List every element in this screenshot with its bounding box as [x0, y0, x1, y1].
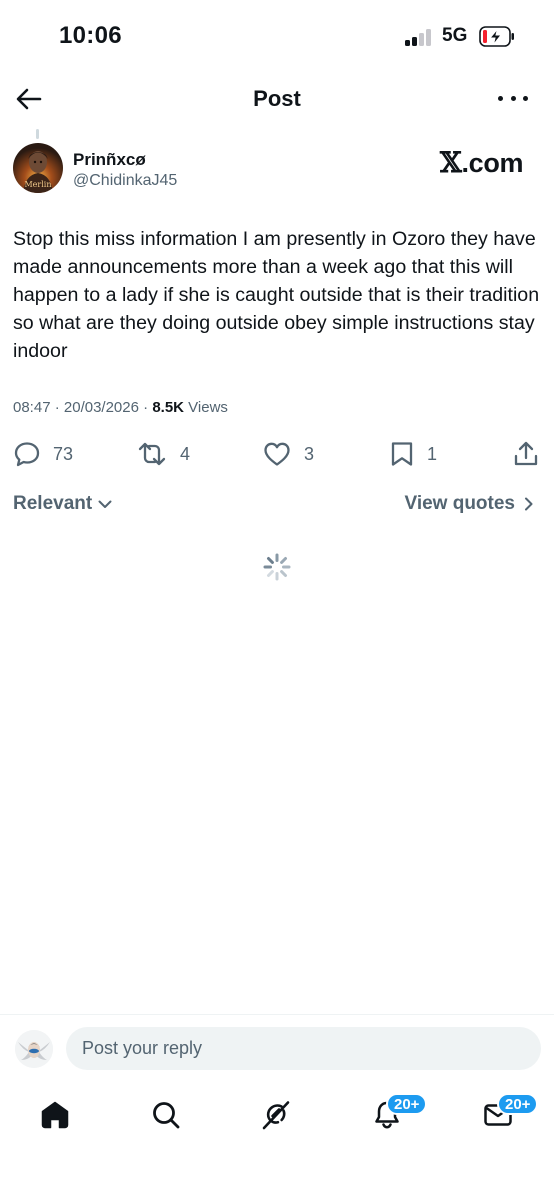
replies-sort-row: Relevant View quotes [0, 493, 554, 519]
post-actions: 73 4 3 1 [0, 440, 554, 468]
bookmark-icon [391, 442, 413, 466]
status-bar: 10:06 5G [0, 0, 554, 64]
more-horizontal-icon [498, 95, 503, 101]
chevron-down-icon [98, 500, 112, 508]
home-indicator [207, 1185, 347, 1190]
home-icon [41, 1101, 69, 1129]
battery-charging-icon [479, 26, 515, 47]
reply-count: 73 [53, 443, 74, 464]
page-title: Post [253, 86, 301, 111]
tab-notifications[interactable]: 20+ [370, 1093, 428, 1132]
reply-input[interactable] [66, 1027, 541, 1070]
share-upload-icon [514, 441, 538, 466]
nav-header: Post [0, 76, 554, 122]
share-button[interactable] [512, 440, 540, 468]
sort-replies-dropdown[interactable]: Relevant [13, 493, 114, 515]
like-count: 3 [304, 443, 315, 464]
author-avatar[interactable]: Merlin [13, 143, 63, 193]
view-quotes-label: View quotes [404, 493, 515, 514]
post-date: 20/03/2026 [63, 399, 139, 416]
reply-button[interactable]: 73 [13, 440, 73, 468]
author-display-name[interactable]: Prinñxcø [73, 150, 146, 170]
search-icon [153, 1102, 180, 1129]
heart-icon [264, 442, 290, 466]
current-user-avatar[interactable] [15, 1030, 53, 1068]
x-watermark: 𝕏.com [440, 146, 524, 179]
bottom-tab-bar: 20+ 20+ [0, 1088, 554, 1148]
post-metadata: 08:47 · 20/03/2026 · 8.5K Views [13, 399, 228, 416]
messages-badge: 20+ [497, 1093, 539, 1115]
avatar-caption: Merlin [24, 180, 51, 189]
repost-arrows-icon [138, 442, 166, 466]
bookmark-count: 1 [427, 443, 438, 464]
like-button[interactable]: 3 [262, 440, 314, 468]
sort-label: Relevant [13, 493, 93, 514]
watermark-suffix: .com [461, 148, 524, 178]
thread-connector-line [36, 129, 39, 139]
repost-button[interactable]: 4 [136, 440, 190, 468]
tab-home[interactable] [38, 1098, 72, 1132]
tab-search[interactable] [149, 1098, 183, 1132]
author-handle[interactable]: @ChidinkaJ45 [73, 172, 177, 190]
network-type-label: 5G [442, 25, 468, 46]
signal-strength-icon [405, 28, 435, 46]
views-label[interactable]: Views [188, 399, 228, 416]
post-body-text: Stop this miss information I am presentl… [13, 228, 540, 362]
grok-icon [262, 1101, 290, 1130]
more-options-button[interactable] [498, 90, 528, 106]
repost-count: 4 [180, 443, 191, 464]
loading-spinner-icon [262, 552, 292, 582]
views-count[interactable]: 8.5K [152, 399, 184, 416]
view-quotes-link[interactable]: View quotes [404, 493, 537, 515]
notifications-badge: 20+ [386, 1093, 428, 1115]
bookmark-button[interactable]: 1 [389, 440, 437, 468]
post-time: 08:47 [13, 399, 51, 416]
tab-grok[interactable] [259, 1098, 293, 1132]
tab-messages[interactable]: 20+ [481, 1093, 539, 1132]
speech-bubble-icon [14, 442, 40, 467]
reply-bar-divider [0, 1014, 554, 1015]
status-time: 10:06 [59, 22, 122, 49]
x-logo-icon: 𝕏 [440, 146, 462, 179]
chevron-right-icon [525, 497, 533, 511]
